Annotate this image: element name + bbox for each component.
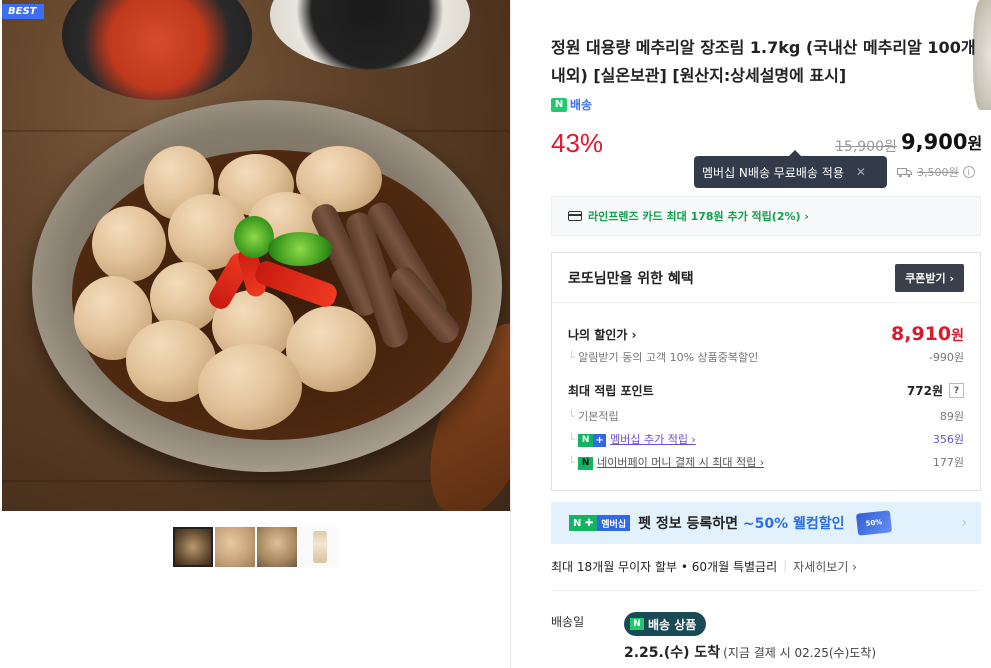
n-delivery-icon: N bbox=[630, 618, 644, 630]
shipping-fee-value: 3,500원 bbox=[917, 166, 959, 179]
n-delivery-label: 배송 bbox=[570, 98, 593, 112]
n-delivery-pill-text: 배송 상품 bbox=[648, 617, 697, 632]
base-points-row: 기본적립 89원 bbox=[568, 408, 964, 424]
arrival-date-value: 2.25.(수) 도착 bbox=[624, 645, 721, 661]
thumbnail-3[interactable] bbox=[257, 527, 297, 567]
notify-discount-row: 알림받기 동의 고객 10% 상품중복할인 -990원 bbox=[568, 349, 964, 365]
card-promo-text: 라인프렌즈 카드 최대 178원 추가 적립(2%) › bbox=[588, 210, 809, 223]
membership-label: 멤버십 bbox=[597, 515, 631, 531]
product-info-panel: 정원 대용량 메추리알 장조림 1.7kg (국내산 메추리알 100개 내외)… bbox=[511, 0, 991, 668]
egg-image bbox=[92, 206, 166, 282]
jar-image bbox=[313, 531, 327, 563]
egg-image bbox=[198, 344, 302, 430]
sale-price: 9,900원 bbox=[901, 130, 982, 154]
pet-welcome-banner[interactable]: N ✚ 멤버십 펫 정보 등록하면 ~50% 웰컴할인 50% › bbox=[551, 502, 981, 544]
npay-points: N네이버페이 머니 결제 시 최대 적립 › bbox=[568, 454, 764, 470]
membership-points: N+멤버십 추가 적립 › bbox=[568, 431, 696, 447]
my-price-num: 8,910 bbox=[891, 323, 952, 345]
sale-price-unit: 원 bbox=[967, 134, 983, 153]
my-price-value: 8,910원 bbox=[891, 323, 964, 345]
shipping-fee: 3,500원 i bbox=[897, 164, 975, 180]
pet-banner-highlight: ~50% 웰컴할인 bbox=[742, 516, 845, 532]
my-price-unit: 원 bbox=[951, 328, 964, 344]
npay-points-value: 177원 bbox=[932, 456, 964, 469]
coupon-icon: 50% bbox=[855, 510, 892, 536]
product-title: 정원 대용량 메추리알 장조림 1.7kg (국내산 메추리알 100개 내외)… bbox=[551, 38, 976, 85]
shipping-date-label: 배송일 bbox=[551, 615, 585, 629]
section-divider bbox=[551, 590, 981, 591]
membership-points-link[interactable]: 멤버십 추가 적립 › bbox=[610, 433, 696, 446]
installment-info: 최대 18개월 무이자 할부 • 60개월 특별금리 | 자세히보기 › bbox=[551, 558, 857, 575]
product-main-image[interactable] bbox=[2, 0, 510, 511]
best-badge: BEST bbox=[2, 4, 45, 19]
base-points-label: 기본적립 bbox=[568, 408, 618, 424]
installment-more-link[interactable]: 자세히보기 › bbox=[793, 558, 857, 575]
sale-price-value: 9,900 bbox=[901, 130, 968, 154]
divider-bar: | bbox=[783, 558, 788, 572]
arrival-date: 2.25.(수) 도착 (지금 결제 시 02.25(수)도착) bbox=[624, 642, 876, 662]
max-points-label: 최대 적립 포인트 bbox=[568, 384, 654, 398]
npay-icon: N bbox=[578, 456, 594, 470]
membership-points-row: N+멤버십 추가 적립 › 356원 bbox=[568, 431, 964, 447]
n-plus-icon: N ✚ bbox=[569, 515, 598, 531]
max-points-value: 772원 bbox=[906, 384, 943, 398]
truck-icon bbox=[897, 167, 912, 177]
benefit-box: 로또님만을 위한 혜택 쿠폰받기 › 나의 할인가 › 8,910원 알림받기 … bbox=[551, 252, 981, 491]
max-points-row: 최대 적립 포인트 772원 ? bbox=[568, 382, 964, 399]
tooltip-text: 멤버십 N배송 무료배송 적용 bbox=[702, 165, 844, 180]
bean-bowl-image bbox=[270, 0, 470, 70]
help-icon[interactable]: ? bbox=[949, 383, 964, 398]
thumbnail-4[interactable] bbox=[299, 527, 339, 567]
notify-discount-value: -990원 bbox=[928, 351, 964, 364]
thumbnail-strip bbox=[0, 511, 511, 668]
pet-banner-text-pre: 펫 정보 등록하면 bbox=[638, 516, 743, 532]
n-membership-badge: N ✚ 멤버십 bbox=[569, 515, 631, 531]
n-plus-membership-icon: N+ bbox=[578, 433, 607, 447]
info-icon[interactable]: i bbox=[962, 166, 975, 178]
coupon-button[interactable]: 쿠폰받기 › bbox=[895, 263, 964, 292]
npay-points-row: N네이버페이 머니 결제 시 최대 적립 › 177원 bbox=[568, 454, 964, 470]
installment-text: 최대 18개월 무이자 할부 • 60개월 특별금리 bbox=[551, 560, 778, 574]
thumbnail-1[interactable] bbox=[173, 527, 213, 567]
discount-rate: 43% bbox=[551, 128, 604, 158]
benefit-title: 로또님만을 위한 혜택 bbox=[568, 270, 694, 287]
n-delivery-badge: N 배송 bbox=[551, 96, 592, 113]
close-icon[interactable]: ✕ bbox=[856, 165, 866, 179]
benefit-header: 로또님만을 위한 혜택 쿠폰받기 › bbox=[552, 253, 980, 303]
my-price-label[interactable]: 나의 할인가 › bbox=[568, 326, 637, 343]
card-promo[interactable]: 라인프렌즈 카드 최대 178원 추가 적립(2%) › bbox=[551, 196, 981, 236]
arrival-note: (지금 결제 시 02.25(수)도착) bbox=[723, 646, 877, 660]
chevron-right-icon: › bbox=[961, 515, 967, 531]
pet-banner-text: 펫 정보 등록하면 ~50% 웰컴할인 bbox=[638, 513, 844, 533]
base-points-value: 89원 bbox=[939, 410, 964, 423]
membership-free-shipping-tooltip: 멤버십 N배송 무료배송 적용 ✕ bbox=[694, 150, 887, 188]
max-points: 772원 ? bbox=[907, 382, 964, 399]
notify-discount-label: 알림받기 동의 고객 10% 상품중복할인 bbox=[568, 349, 758, 365]
my-price-row: 나의 할인가 › 8,910원 bbox=[568, 323, 964, 345]
product-image-area: BEST bbox=[0, 0, 511, 668]
credit-card-icon bbox=[568, 211, 582, 221]
thumbnail-2[interactable] bbox=[215, 527, 255, 567]
n-delivery-icon: N bbox=[551, 97, 567, 112]
original-price: 15,900원 bbox=[835, 139, 897, 155]
membership-points-value: 356원 bbox=[932, 433, 964, 446]
npay-points-link[interactable]: 네이버페이 머니 결제 시 최대 적립 › bbox=[597, 456, 764, 469]
n-delivery-pill: N 배송 상품 bbox=[624, 612, 707, 636]
kimchi-bowl-image bbox=[62, 0, 252, 100]
green-pepper-image bbox=[268, 232, 332, 266]
